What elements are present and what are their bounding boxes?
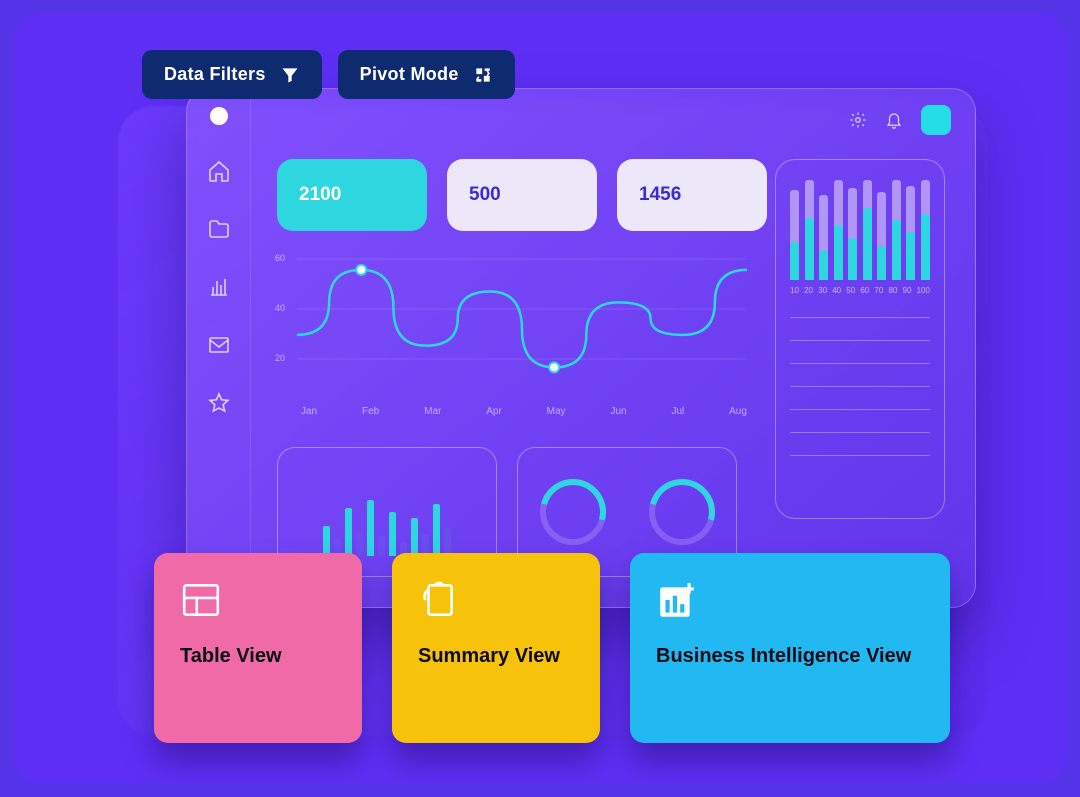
panel-header	[849, 105, 951, 135]
pivot-mode-label: Pivot Mode	[360, 64, 459, 85]
xaxis: Jan Feb Mar Apr May Jun Jul Aug	[301, 406, 747, 417]
table-view-label: Table View	[180, 643, 336, 669]
filter-icon	[280, 65, 300, 85]
progress-ring-2	[649, 479, 715, 545]
list-line	[790, 432, 930, 433]
stat-card-1[interactable]: 2100	[277, 159, 427, 231]
data-filters-button[interactable]: Data Filters	[142, 50, 322, 99]
avatar[interactable]	[921, 105, 951, 135]
home-icon[interactable]	[207, 159, 231, 183]
list-line	[790, 363, 930, 364]
data-filters-label: Data Filters	[164, 64, 266, 85]
bi-icon	[656, 579, 698, 621]
list-lines	[790, 317, 930, 456]
stat-value-3: 1456	[639, 184, 681, 206]
feature-cards: Table View Summary View Business Intelli…	[154, 553, 950, 743]
stat-card-3[interactable]: 1456	[617, 159, 767, 231]
stat-cards: 2100 500 1456	[277, 159, 767, 231]
bi-view-card[interactable]: Business Intelligence View	[630, 553, 950, 743]
summary-view-label: Summary View	[418, 643, 574, 669]
pivot-mode-button[interactable]: Pivot Mode	[338, 50, 515, 99]
star-icon[interactable]	[207, 391, 231, 415]
list-line	[790, 409, 930, 410]
line-chart-svg	[297, 249, 747, 399]
ytick-2: 20	[275, 353, 285, 363]
bi-view-label: Business Intelligence View	[656, 643, 924, 669]
pivot-icon	[473, 65, 493, 85]
ytick-1: 40	[275, 303, 285, 313]
stat-value-2: 500	[469, 184, 501, 206]
xlab-6: Jul	[671, 406, 684, 417]
table-view-card[interactable]: Table View	[154, 553, 362, 743]
summary-icon	[418, 579, 460, 621]
bar-labels: 102030405060708090100	[790, 286, 930, 295]
bar-chart	[790, 180, 930, 280]
ytick-0: 60	[275, 253, 285, 263]
progress-ring-1	[540, 479, 606, 545]
chart-icon[interactable]	[207, 275, 231, 299]
table-icon	[180, 579, 222, 621]
top-pill-group: Data Filters Pivot Mode	[142, 50, 515, 99]
list-line	[790, 386, 930, 387]
line-chart: 60 40 20 Jan Feb Mar Apr May Jun Jul Aug	[277, 249, 747, 399]
logo-dot	[210, 107, 228, 125]
stat-card-2[interactable]: 500	[447, 159, 597, 231]
xlab-4: May	[547, 406, 566, 417]
list-line	[790, 340, 930, 341]
mail-icon[interactable]	[207, 333, 231, 357]
side-widget: 102030405060708090100	[775, 159, 945, 519]
list-line	[790, 317, 930, 318]
folder-icon[interactable]	[207, 217, 231, 241]
summary-view-card[interactable]: Summary View	[392, 553, 600, 743]
bell-icon[interactable]	[885, 111, 903, 129]
xlab-0: Jan	[301, 406, 317, 417]
gear-icon[interactable]	[849, 111, 867, 129]
xlab-1: Feb	[362, 406, 379, 417]
dashboard-panel: 2100 500 1456 60 40 20 Jan Feb Mar Apr	[186, 88, 976, 608]
list-line	[790, 455, 930, 456]
stat-value-1: 2100	[299, 184, 341, 206]
xlab-3: Apr	[486, 406, 502, 417]
xlab-5: Jun	[610, 406, 626, 417]
xlab-2: Mar	[424, 406, 441, 417]
xlab-7: Aug	[729, 406, 747, 417]
sidebar	[187, 89, 251, 607]
